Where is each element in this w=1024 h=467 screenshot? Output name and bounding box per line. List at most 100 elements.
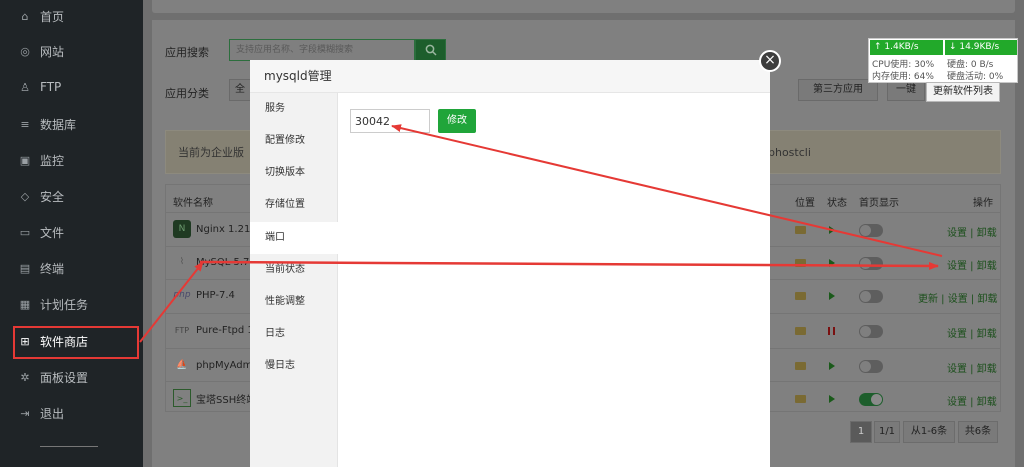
sidebar-item-monitor[interactable]: ▣ 监控 xyxy=(0,142,143,178)
sidebar-item-database[interactable]: ≡ 数据库 xyxy=(0,106,143,142)
home-display-toggle[interactable] xyxy=(859,360,883,373)
row-ops[interactable]: 设置 | 卸载 xyxy=(947,257,997,272)
sidebar-item-label: 安全 xyxy=(40,189,65,204)
nav-slow-log[interactable]: 慢日志 xyxy=(250,350,338,382)
search-icon xyxy=(425,44,437,56)
pager-total: 共6条 xyxy=(958,421,998,443)
nav-config[interactable]: 配置修改 xyxy=(250,125,338,157)
home-display-toggle[interactable] xyxy=(859,257,883,270)
folder-icon[interactable] xyxy=(795,395,806,403)
header-home-display: 首页显示 xyxy=(859,198,899,209)
terminal-icon: >_ xyxy=(173,389,191,407)
row-ops[interactable]: 设置 | 卸载 xyxy=(947,224,997,239)
folder-icon[interactable] xyxy=(795,226,806,234)
ftp-icon: FTP xyxy=(174,325,190,335)
sidebar-item-label: 数据库 xyxy=(40,117,77,132)
running-icon[interactable] xyxy=(829,259,835,267)
table-row: php PHP-7.4 xyxy=(173,286,235,304)
category-all-button[interactable]: 全 xyxy=(229,79,251,101)
sidebar-item-security[interactable]: ◇ 安全 xyxy=(0,178,143,214)
search-input[interactable]: 支持应用名称、字段模糊搜索 xyxy=(229,39,415,61)
sidebar-item-home[interactable]: ⌂ 首页 xyxy=(0,0,143,34)
disk-activity: 硬盘活动: 0% xyxy=(947,72,1004,82)
running-icon[interactable] xyxy=(829,292,835,300)
row-ops[interactable]: 设置 | 卸载 xyxy=(947,360,997,375)
stopped-icon[interactable] xyxy=(828,327,835,335)
folder-icon[interactable] xyxy=(795,292,806,300)
nav-status[interactable]: 当前状态 xyxy=(250,254,338,286)
sidebar-item-label: 网站 xyxy=(40,44,65,59)
calendar-icon: ▦ xyxy=(19,297,31,311)
nav-log[interactable]: 日志 xyxy=(250,318,338,350)
modal-title: mysqld管理 xyxy=(250,60,770,93)
search-button[interactable] xyxy=(415,39,446,61)
annotation-highlight-box xyxy=(13,326,139,359)
nav-service[interactable]: 服务 xyxy=(250,93,338,125)
network-speed-widget: ↑ 1.4KB/s ↓ 14.9KB/s CPU使用: 30% 硬盘: 0 B/… xyxy=(868,38,1018,83)
home-display-toggle[interactable] xyxy=(859,393,883,406)
sidebar-item-panel-settings[interactable]: ✲ 面板设置 xyxy=(0,359,143,395)
update-software-list-button[interactable]: 更新软件列表 xyxy=(926,82,1000,102)
software-name: PHP-7.4 xyxy=(196,289,235,301)
sidebar-item-label: 计划任务 xyxy=(40,297,89,312)
monitor-icon: ▣ xyxy=(19,153,31,167)
modify-button[interactable]: 修改 xyxy=(438,109,476,133)
mysqld-manager-modal: mysqld管理 服务 配置修改 切换版本 存储位置 端口 当前状态 性能调整 … xyxy=(250,60,770,467)
row-ops[interactable]: 更新 | 设置 | 卸载 xyxy=(918,290,997,305)
notice-text: 当前为企业版 xyxy=(178,146,244,159)
folder-icon[interactable] xyxy=(795,259,806,267)
row-ops[interactable]: 设置 | 卸载 xyxy=(947,325,997,340)
home-display-toggle[interactable] xyxy=(859,290,883,303)
sidebar-item-ftp[interactable]: ♙ FTP xyxy=(0,69,143,105)
sidebar-item-label: 首页 xyxy=(40,9,65,24)
software-name: Pure-Ftpd 1 xyxy=(196,324,254,336)
download-speed: ↓ 14.9KB/s xyxy=(945,40,1017,55)
nav-performance[interactable]: 性能调整 xyxy=(250,286,338,318)
sidebar-item-logout[interactable]: ⇥ 退出 xyxy=(0,395,143,431)
table-row: ⌇ MySQL 5.7.3 xyxy=(173,253,259,271)
running-icon[interactable] xyxy=(829,226,835,234)
pager-pages: 1/1 xyxy=(874,421,900,443)
pager-current-page[interactable]: 1 xyxy=(850,421,872,443)
mysql-icon: ⌇ xyxy=(179,257,185,267)
close-icon[interactable]: × xyxy=(759,50,781,72)
table-row: FTP Pure-Ftpd 1 xyxy=(173,321,254,339)
pager-range: 从1-6条 xyxy=(903,421,955,443)
gear-icon: ✲ xyxy=(20,370,30,384)
folder-icon: ▭ xyxy=(19,225,31,239)
home-display-toggle[interactable] xyxy=(859,224,883,237)
search-label: 应用搜索 xyxy=(165,46,209,59)
sidebar-item-label: 面板设置 xyxy=(40,370,89,385)
sidebar-item-files[interactable]: ▭ 文件 xyxy=(0,214,143,250)
nav-storage[interactable]: 存储位置 xyxy=(250,189,338,221)
sidebar-item-label: 监控 xyxy=(40,153,65,168)
logout-icon: ⇥ xyxy=(20,406,30,420)
upload-speed: ↑ 1.4KB/s xyxy=(870,40,943,55)
running-icon[interactable] xyxy=(829,362,835,370)
user-icon: ♙ xyxy=(20,80,30,94)
phpmyadmin-icon: ⛵ xyxy=(176,360,188,370)
nav-port[interactable]: 端口 xyxy=(250,222,339,254)
port-input[interactable] xyxy=(350,109,430,133)
folder-icon[interactable] xyxy=(795,327,806,335)
sidebar-item-cron[interactable]: ▦ 计划任务 xyxy=(0,286,143,322)
top-panel xyxy=(152,0,1015,13)
running-icon[interactable] xyxy=(829,395,835,403)
software-name: 宝塔SSH终端 xyxy=(196,394,257,406)
folder-icon[interactable] xyxy=(795,362,806,370)
header-position: 位置 xyxy=(795,198,815,209)
sidebar-item-terminal[interactable]: ▤ 终端 xyxy=(0,250,143,286)
home-display-toggle[interactable] xyxy=(859,325,883,338)
category-label: 应用分类 xyxy=(165,87,209,100)
row-ops[interactable]: 设置 | 卸载 xyxy=(947,393,997,408)
notice-text-right: phostcli xyxy=(768,146,811,159)
category-third-party-button[interactable]: 第三方应用 xyxy=(798,79,878,101)
nav-switch-version[interactable]: 切换版本 xyxy=(250,157,338,189)
modal-nav: 服务 配置修改 切换版本 存储位置 端口 当前状态 性能调整 日志 慢日志 xyxy=(250,93,339,467)
header-name: 软件名称 xyxy=(173,198,213,209)
sidebar-divider xyxy=(40,446,98,447)
sidebar: ⌂ 首页 ◎ 网站 ♙ FTP ≡ 数据库 ▣ 监控 ◇ 安全 ▭ 文件 ▤ 终… xyxy=(0,0,143,467)
sidebar-item-label: 终端 xyxy=(40,261,65,276)
sidebar-item-website[interactable]: ◎ 网站 xyxy=(0,33,143,69)
php-icon: php xyxy=(173,290,191,300)
